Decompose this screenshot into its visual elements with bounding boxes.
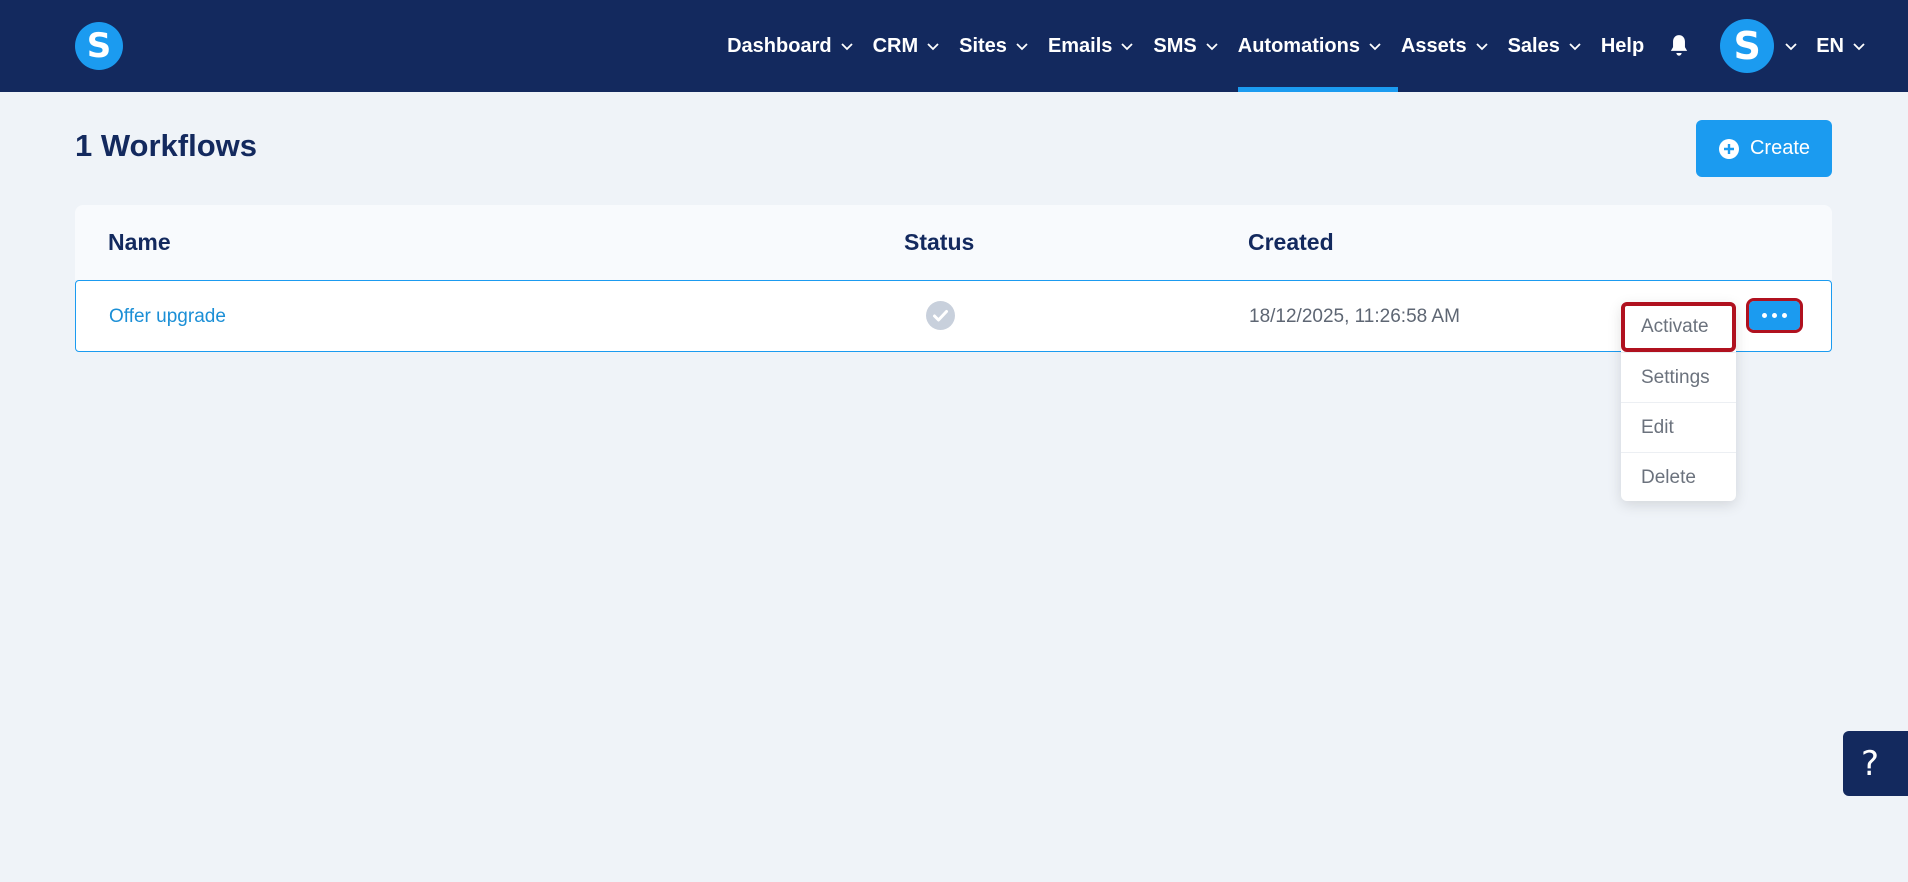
user-avatar[interactable]: S — [1720, 19, 1775, 73]
actions-dropdown-menu: Activate Settings Edit Delete — [1621, 302, 1736, 501]
menu-item-edit[interactable]: Edit — [1621, 402, 1736, 452]
plus-circle-icon — [1718, 138, 1739, 159]
nav-label: Sites — [959, 34, 1007, 57]
top-navbar: S Dashboard CRM Sites Emails SMS Automat… — [0, 0, 1908, 92]
bell-icon[interactable] — [1666, 33, 1692, 59]
nav-assets[interactable]: Assets — [1401, 0, 1489, 92]
chevron-down-icon — [840, 43, 853, 51]
language-selector[interactable]: EN — [1816, 35, 1866, 58]
chevron-down-icon — [1853, 43, 1865, 51]
nav-sales[interactable]: Sales — [1508, 0, 1582, 92]
created-date: 18/12/2025, 11:26:58 AM — [1249, 306, 1460, 327]
nav-automations[interactable]: Automations — [1237, 0, 1399, 92]
dot — [1782, 313, 1787, 318]
nav-label: Help — [1600, 34, 1645, 57]
create-label: Create — [1749, 137, 1811, 159]
nav-label: SMS — [1153, 34, 1197, 57]
nav-crm[interactable]: CRM — [873, 0, 941, 92]
workflows-table: Name Status Created Offer upgrade 18/12/… — [75, 205, 1832, 352]
nav-dashboard[interactable]: Dashboard — [727, 0, 853, 92]
chevron-down-icon — [1475, 43, 1488, 51]
chevron-down-icon — [1569, 43, 1581, 51]
check-mark — [933, 310, 948, 322]
more-actions-button[interactable] — [1746, 298, 1803, 333]
nav-label: Assets — [1400, 34, 1467, 57]
language-label: EN — [1816, 34, 1844, 57]
column-header-name[interactable]: Name — [108, 229, 171, 256]
nav-label: CRM — [872, 34, 919, 57]
chevron-down-icon — [1016, 43, 1028, 51]
nav-sites[interactable]: Sites — [959, 0, 1029, 92]
create-button[interactable]: Create — [1696, 120, 1832, 177]
nav-label: Dashboard — [727, 34, 832, 57]
page-title: 1 Workflows — [75, 128, 258, 163]
column-header-created[interactable]: Created — [1248, 229, 1334, 256]
chevron-down-icon — [1121, 43, 1134, 51]
table-row[interactable]: Offer upgrade 18/12/2025, 11:26:58 AM — [75, 280, 1832, 352]
nav-label: Emails — [1047, 34, 1113, 57]
menu-item-delete[interactable]: Delete — [1621, 452, 1736, 502]
nav-label: Automations — [1237, 34, 1360, 57]
nav-label: Sales — [1507, 34, 1560, 57]
chevron-down-icon[interactable] — [1784, 39, 1798, 53]
check-circle-icon — [926, 301, 955, 330]
help-button[interactable]: ? — [1843, 731, 1908, 796]
chevron-down-icon — [1369, 43, 1381, 51]
app-logo[interactable]: S — [75, 22, 123, 70]
nav-emails[interactable]: Emails — [1048, 0, 1134, 92]
table-header: Name Status Created — [75, 205, 1832, 280]
chevron-down-icon — [1206, 43, 1218, 51]
nav-help[interactable]: Help — [1601, 0, 1644, 92]
main-nav: Dashboard CRM Sites Emails SMS Automatio… — [727, 0, 1908, 92]
chevron-down-icon — [927, 43, 939, 51]
workflow-name-link[interactable]: Offer upgrade — [109, 306, 226, 328]
dot — [1762, 313, 1767, 318]
nav-sms[interactable]: SMS — [1153, 0, 1218, 92]
column-header-status[interactable]: Status — [904, 229, 974, 256]
dot — [1772, 313, 1777, 318]
menu-item-settings[interactable]: Settings — [1621, 352, 1736, 402]
menu-item-activate[interactable]: Activate — [1621, 302, 1736, 352]
